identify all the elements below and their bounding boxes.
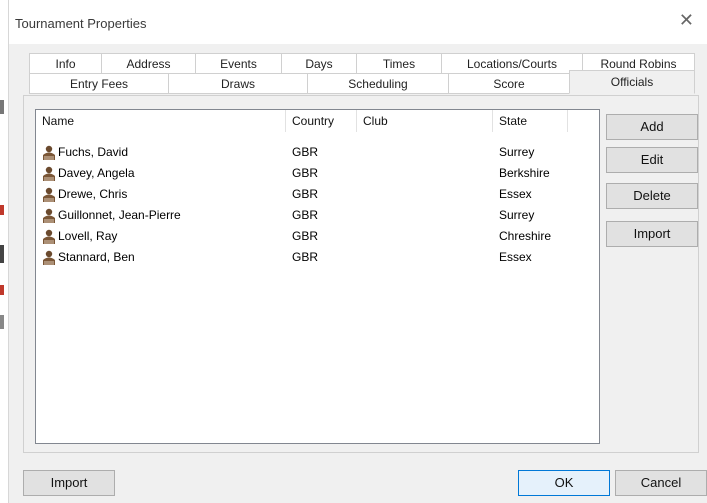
table-row[interactable]: Guillonnet, Jean-Pierre GBR Surrey <box>36 205 599 226</box>
person-icon <box>43 166 55 181</box>
person-icon <box>43 208 55 223</box>
ok-button[interactable]: OK <box>518 470 610 496</box>
delete-button[interactable]: Delete <box>606 183 698 209</box>
import-official-button[interactable]: Import <box>606 221 698 247</box>
table-row[interactable]: Fuchs, David GBR Surrey <box>36 142 599 163</box>
column-header-country[interactable]: Country <box>286 110 357 132</box>
tab-address[interactable]: Address <box>101 53 196 74</box>
tab-days[interactable]: Days <box>281 53 357 74</box>
title-bar: Tournament Properties ✕ <box>9 0 707 44</box>
close-icon[interactable]: ✕ <box>679 12 694 30</box>
column-header-club[interactable]: Club <box>357 110 493 132</box>
background-fragment <box>0 315 4 329</box>
tournament-properties-dialog: Tournament Properties ✕ Info Address Eve… <box>8 0 707 503</box>
tab-locations-courts[interactable]: Locations/Courts <box>441 53 583 74</box>
tab-scheduling[interactable]: Scheduling <box>307 73 449 94</box>
background-fragment <box>0 285 4 295</box>
background-window-edge <box>0 0 8 503</box>
table-row[interactable]: Lovell, Ray GBR Chreshire <box>36 226 599 247</box>
table-row[interactable]: Drewe, Chris GBR Essex <box>36 184 599 205</box>
tab-score[interactable]: Score <box>448 73 570 94</box>
tab-times[interactable]: Times <box>356 53 442 74</box>
tab-events[interactable]: Events <box>195 53 282 74</box>
person-icon <box>43 229 55 244</box>
person-icon <box>43 187 55 202</box>
person-icon <box>43 250 55 265</box>
tab-info[interactable]: Info <box>29 53 102 74</box>
person-icon <box>43 145 55 160</box>
window-title: Tournament Properties <box>15 16 147 31</box>
table-row[interactable]: Davey, Angela GBR Berkshire <box>36 163 599 184</box>
column-header-name[interactable]: Name <box>36 110 286 132</box>
background-fragment <box>0 245 4 263</box>
table-row[interactable]: Stannard, Ben GBR Essex <box>36 247 599 268</box>
import-button[interactable]: Import <box>23 470 115 496</box>
officials-list[interactable]: Name Country Club State Fuchs, David GBR… <box>35 109 600 444</box>
edit-button[interactable]: Edit <box>606 147 698 173</box>
tab-officials[interactable]: Officials <box>569 70 695 94</box>
cancel-button[interactable]: Cancel <box>615 470 707 496</box>
background-fragment <box>0 205 4 215</box>
tab-entry-fees[interactable]: Entry Fees <box>29 73 169 94</box>
tab-draws[interactable]: Draws <box>168 73 308 94</box>
column-header-state[interactable]: State <box>493 110 568 132</box>
background-fragment <box>0 100 4 114</box>
add-button[interactable]: Add <box>606 114 698 140</box>
